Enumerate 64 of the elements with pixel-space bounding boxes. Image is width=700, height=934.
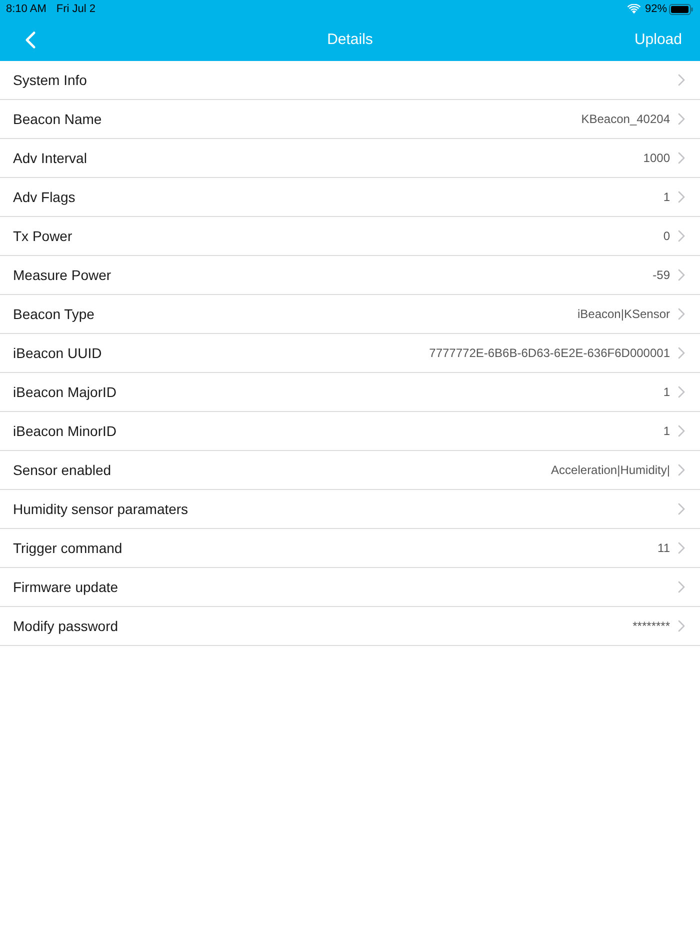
row-label: iBeacon MajorID [13,384,118,400]
chevron-right-icon [678,230,685,242]
chevron-right-icon [678,542,685,554]
settings-row[interactable]: iBeacon UUID 7777772E-6B6B-6D63-6E2E-636F6D000001 [0,334,700,373]
chevron-right-icon [678,425,685,437]
settings-row[interactable]: Adv Flags 1 [0,178,700,217]
settings-row[interactable]: Tx Power 0 [0,217,700,256]
row-label: Firmware update [13,579,120,595]
row-label: System Info [13,72,88,88]
settings-row[interactable]: Beacon Type iBeacon|KSensor [0,295,700,334]
chevron-right-icon [678,464,685,476]
chevron-right-icon [678,581,685,593]
row-value: 1 [663,385,670,399]
settings-row[interactable]: System Info [0,61,700,100]
row-value: 1 [663,190,670,204]
settings-row[interactable]: iBeacon MajorID 1 [0,373,700,412]
settings-row[interactable]: Trigger command 11 [0,529,700,568]
row-label: Tx Power [13,228,74,244]
row-value: 7777772E-6B6B-6D63-6E2E-636F6D000001 [429,346,670,360]
chevron-right-icon [678,269,685,281]
row-label: iBeacon UUID [13,345,103,361]
row-value: 1000 [643,151,670,165]
row-value: ******** [632,619,670,633]
nav-title: Details [327,31,373,48]
row-value: iBeacon|KSensor [577,307,670,321]
row-value: 1 [663,424,670,438]
settings-row[interactable]: Sensor enabled Acceleration|Humidity| [0,451,700,490]
row-label: Trigger command [13,540,124,556]
chevron-right-icon [678,386,685,398]
chevron-right-icon [678,347,685,359]
wifi-icon [626,4,641,14]
chevron-right-icon [678,191,685,203]
row-value: 11 [658,541,670,555]
row-label: Adv Flags [13,189,76,205]
row-label: Humidity sensor paramaters [13,501,190,517]
settings-row[interactable]: Firmware update [0,568,700,607]
row-label: Beacon Name [13,111,103,127]
back-icon[interactable] [25,30,36,48]
row-value: KBeacon_40204 [581,112,670,126]
settings-row[interactable]: Measure Power -59 [0,256,700,295]
row-label: Modify password [13,618,120,634]
row-value: -59 [652,268,670,282]
settings-row[interactable]: Modify password ******** [0,607,700,646]
battery-percent: 92% [644,3,667,15]
row-label: Beacon Type [13,306,96,322]
chevron-right-icon [678,620,685,632]
chevron-right-icon [678,113,685,125]
row-label: iBeacon MinorID [13,423,118,439]
row-label: Sensor enabled [13,462,112,478]
chevron-right-icon [678,74,685,86]
status-date: Fri Jul 2 [56,3,96,15]
settings-row[interactable]: Beacon Name KBeacon_40204 [0,100,700,139]
settings-row[interactable]: iBeacon MinorID 1 [0,412,700,451]
battery-icon [669,4,693,14]
chevron-right-icon [678,308,685,320]
status-time: 8:10 AM [6,3,46,15]
row-label: Adv Interval [13,150,88,166]
row-value: Acceleration|Humidity| [551,463,670,477]
chevron-right-icon [678,152,685,164]
chevron-right-icon [678,503,685,515]
row-label: Measure Power [13,267,112,283]
settings-row[interactable]: Adv Interval 1000 [0,139,700,178]
settings-row[interactable]: Humidity sensor paramaters [0,490,700,529]
row-value: 0 [663,229,670,243]
